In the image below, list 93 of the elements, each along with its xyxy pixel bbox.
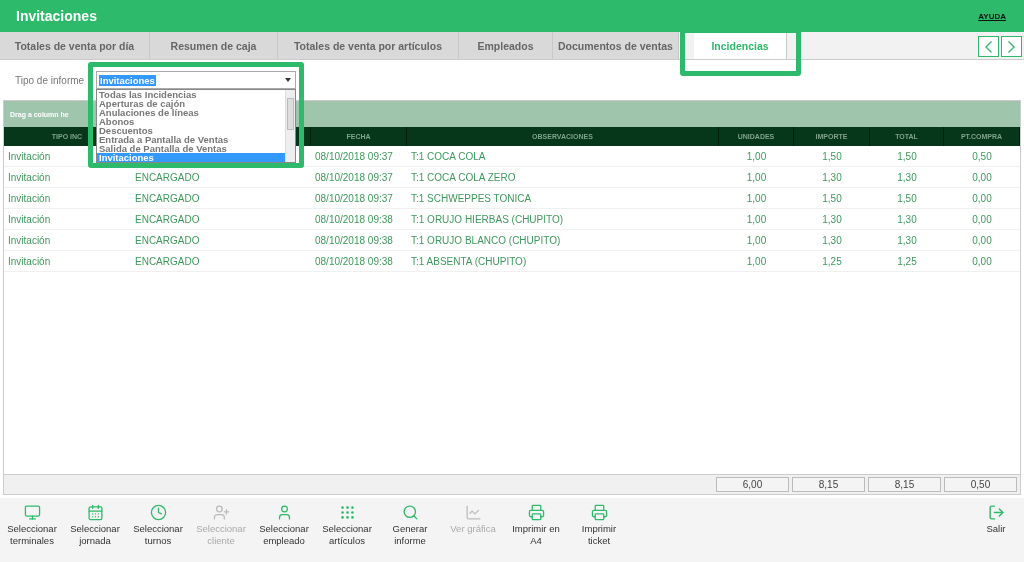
table-cell: ENCARGADO [135, 255, 200, 267]
table-cell: 1,25 [822, 255, 842, 267]
total-cell: 8,15 [868, 477, 941, 492]
chevron-right-icon [1008, 40, 1015, 53]
table-cell: Invitación [8, 192, 51, 204]
table-cell: 0,00 [972, 255, 992, 267]
table-cell: 1,30 [897, 213, 917, 225]
toolbar-button[interactable]: Imprimir ticket [571, 504, 627, 547]
table-cell: 1,50 [897, 150, 917, 162]
table-cell: 1,50 [897, 192, 917, 204]
tab[interactable]: Totales de venta por día [0, 32, 150, 59]
total-cell: 0,50 [944, 477, 1017, 492]
tab[interactable]: Resumen de caja [150, 32, 278, 59]
toolbar-button[interactable]: Seleccionar jornada [67, 504, 123, 547]
table-cell: Invitación [8, 213, 51, 225]
toolbar-button[interactable]: Seleccionar turnos [130, 504, 186, 547]
table-cell: 08/10/2018 09:38 [315, 234, 393, 246]
table-cell: 0,50 [972, 150, 992, 162]
table-cell: 1,00 [746, 255, 767, 267]
table-cell: 1,50 [822, 192, 842, 204]
dropdown-option[interactable]: Invitaciones [97, 153, 285, 162]
dropdown-option[interactable]: Salida de Pantalla de Ventas [97, 144, 285, 153]
table-cell: T:1 ORUJO BLANCO (CHUPITO) [411, 234, 561, 246]
table-cell: 1,30 [897, 171, 917, 183]
table-cell: 1,00 [746, 171, 767, 183]
table-cell: 1,30 [822, 213, 842, 225]
table-cell: 1,30 [897, 234, 917, 246]
dropdown-option[interactable]: Aperturas de cajón [97, 99, 285, 108]
table-cell: T:1 COCA COLA [411, 150, 486, 162]
exit-button[interactable]: Salir [976, 504, 1016, 535]
printer-icon [590, 504, 608, 521]
field-label: Tipo de informe [15, 74, 86, 86]
dropdown-option[interactable]: Entrada a Pantalla de Ventas [97, 135, 285, 144]
chart-icon [464, 504, 482, 521]
total-cell: 8,15 [792, 477, 865, 492]
table-cell: 08/10/2018 09:37 [315, 192, 393, 204]
toolbar-button[interactable]: Seleccionar artículos [319, 504, 375, 547]
table-cell: Invitación [8, 234, 51, 246]
table-cell: 0,00 [972, 171, 992, 183]
table-cell: 1,50 [822, 150, 842, 162]
table-cell: 0,00 [972, 192, 992, 204]
table-cell: ENCARGADO [135, 192, 200, 204]
table-cell: 1,00 [746, 213, 767, 225]
table-cell: 0,00 [972, 234, 992, 246]
help-link[interactable]: AYUDA [978, 11, 1006, 21]
dropdown-option[interactable]: Anulaciones de líneas [97, 108, 285, 117]
table-cell: Invitación [8, 171, 51, 183]
toolbar-button[interactable]: Generar informe [382, 504, 438, 547]
table-cell: T:1 ORUJO HIERBAS (CHUPITO) [411, 213, 564, 225]
scrollbar[interactable] [285, 90, 295, 162]
tab[interactable]: Incidencias [694, 32, 787, 59]
table-cell: T:1 COCA COLA ZERO [411, 171, 516, 183]
dropdown-option[interactable]: Descuentos [97, 126, 285, 135]
dropdown-option[interactable]: Abonos [97, 117, 285, 126]
monitor-icon [23, 504, 41, 521]
table-cell: 1,00 [746, 234, 767, 246]
dropdown-option[interactable]: Todas las Incidencias [97, 90, 285, 99]
exit-icon [987, 504, 1005, 521]
toolbar-button[interactable]: Seleccionar terminales [4, 504, 60, 547]
add-user-icon [212, 504, 230, 521]
table-cell: 08/10/2018 09:38 [315, 255, 393, 267]
table-cell: 1,25 [897, 255, 917, 267]
table-cell: Invitación [8, 255, 51, 267]
table-cell: Invitación [8, 150, 51, 162]
table-cell: 1,30 [822, 171, 842, 183]
grid-icon [338, 504, 356, 521]
table-cell: ENCARGADO [135, 234, 200, 246]
table-cell: ENCARGADO [135, 171, 200, 183]
previous-button[interactable] [978, 36, 999, 57]
search-icon [401, 504, 419, 521]
printer-icon [527, 504, 545, 521]
calendar-icon [86, 504, 104, 521]
window-title: Invitaciones [16, 8, 97, 24]
total-cell: 6,00 [716, 477, 789, 492]
table-cell: ENCARGADO [135, 213, 200, 225]
next-button[interactable] [1001, 36, 1022, 57]
table-cell: 1,00 [746, 150, 767, 162]
table-cell: 1,30 [822, 234, 842, 246]
tab[interactable]: Totales de venta por artículos [278, 32, 459, 59]
table-cell: T:1 ABSENTA (CHUPITO) [411, 255, 527, 267]
table-cell: 08/10/2018 09:37 [315, 150, 393, 162]
toolbar-button[interactable]: Seleccionar empleado [256, 504, 312, 547]
table-cell: 08/10/2018 09:38 [315, 213, 393, 225]
table-cell: 1,00 [746, 192, 767, 204]
tab[interactable]: Documentos de ventas [553, 32, 679, 59]
table-cell: T:1 SCHWEPPES TONICA [411, 192, 532, 204]
table-cell: 0,00 [972, 213, 992, 225]
chevron-left-icon [985, 40, 992, 53]
tab[interactable]: Empleados [459, 32, 553, 59]
table-cell: 08/10/2018 09:37 [315, 171, 393, 183]
clock-icon [149, 504, 167, 521]
toolbar-button[interactable]: Imprimir en A4 [508, 504, 564, 547]
report-type-dropdown[interactable]: Invitaciones [96, 71, 296, 89]
